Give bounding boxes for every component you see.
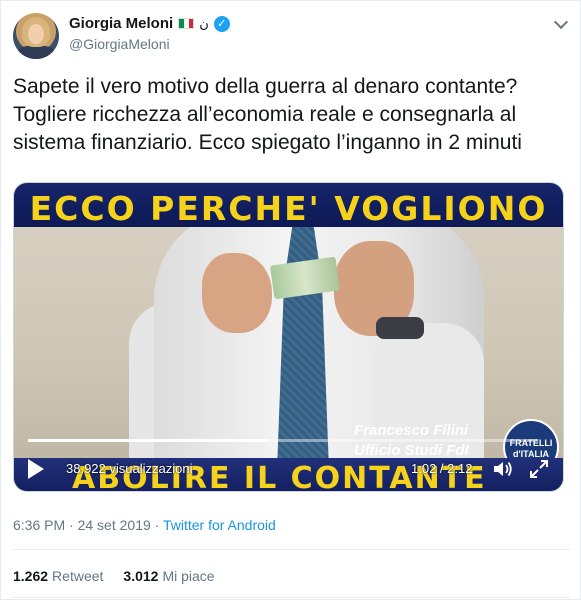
- retweet-count: 1.262: [13, 568, 49, 584]
- like-count: 3.012: [123, 568, 159, 584]
- divider-bottom: [13, 597, 570, 598]
- video-player[interactable]: ECCO PERCHE' VOGLIONO Francesco Filini U…: [13, 182, 564, 492]
- tweet-source-link[interactable]: Twitter for Android: [163, 517, 276, 533]
- video-controls: 38.922 visualizzazioni 1:02 / 2:12: [14, 453, 563, 491]
- meta-separator: ·: [69, 517, 74, 533]
- italy-flag-icon: [178, 18, 195, 29]
- tweet-text: Sapete il vero motivo della guerra al de…: [13, 75, 522, 154]
- view-count: 38.922 visualizzazioni: [66, 461, 193, 476]
- display-name[interactable]: Giorgia Meloni: [69, 15, 173, 32]
- speaker-name: Francesco Filini: [354, 422, 469, 439]
- volume-icon[interactable]: [492, 459, 514, 479]
- video-timecode: 1:02 / 2:12: [411, 461, 473, 476]
- like-stat[interactable]: 3.012 Mi piace: [123, 568, 214, 584]
- author-name-row[interactable]: Giorgia Meloni ن ✓: [69, 15, 230, 32]
- avatar[interactable]: [13, 13, 59, 59]
- author-handle[interactable]: @GiorgiaMeloni: [69, 36, 170, 52]
- retweet-label: Retweet: [52, 568, 104, 584]
- video-progress-fill: [28, 439, 268, 442]
- like-label: Mi piace: [162, 568, 215, 584]
- name-suffix: ن: [199, 15, 209, 31]
- tweet-card: Giorgia Meloni ن ✓ @GiorgiaMeloni Sapete…: [0, 0, 581, 600]
- verified-badge-icon: ✓: [213, 15, 230, 32]
- video-banner-top-text: ECCO PERCHE' VOGLIONO: [29, 189, 548, 228]
- fullscreen-icon[interactable]: [529, 459, 549, 479]
- chevron-down-icon[interactable]: [553, 14, 569, 30]
- play-icon[interactable]: [28, 459, 44, 479]
- divider: [13, 549, 570, 550]
- video-progress-bar[interactable]: [28, 439, 538, 442]
- tweet-stats: 1.262 Retweet 3.012 Mi piace: [13, 568, 215, 584]
- tweet-date[interactable]: 24 set 2019: [78, 517, 151, 533]
- tweet-meta: 6:36 PM · 24 set 2019 · Twitter for Andr…: [13, 517, 276, 533]
- retweet-stat[interactable]: 1.262 Retweet: [13, 568, 103, 584]
- tweet-time[interactable]: 6:36 PM: [13, 517, 65, 533]
- meta-separator-2: ·: [154, 517, 160, 533]
